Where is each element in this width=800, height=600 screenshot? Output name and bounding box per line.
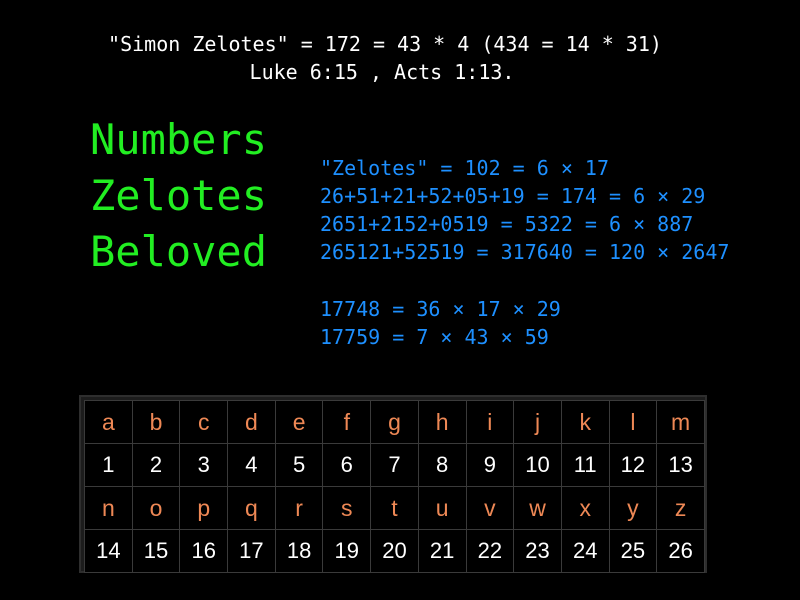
letter-cell: w — [513, 486, 562, 530]
equation: 26+51+21+52+05+19 = 174 = 6 × 29 — [320, 184, 706, 208]
number-cell: 9 — [465, 443, 515, 487]
number-cell: 18 — [274, 529, 324, 573]
letter-cell: g — [370, 400, 419, 444]
letter-cell: y — [608, 486, 658, 530]
number-cell: 26 — [656, 529, 705, 573]
big-word-numbers: Numbers — [90, 115, 268, 164]
number-cell: 3 — [179, 443, 229, 487]
letter-cell: a — [84, 400, 133, 444]
letter-cell: q — [227, 486, 276, 530]
letter-cell: m — [656, 400, 705, 444]
number-row: 14 15 16 17 18 19 20 21 22 23 24 25 26 — [84, 529, 705, 573]
letter-cell: p — [179, 486, 229, 530]
number-cell: 10 — [513, 443, 562, 487]
number-cell: 20 — [370, 529, 419, 573]
number-cell: 15 — [131, 529, 181, 573]
letter-cell: z — [656, 486, 705, 530]
number-cell: 4 — [227, 443, 276, 487]
number-cell: 25 — [608, 529, 658, 573]
number-cell: 22 — [465, 529, 515, 573]
heading-line-1: "Simon Zelotes" = 172 = 43 * 4 (434 = 14… — [108, 32, 662, 56]
equation: 265121+52519 = 317640 = 120 × 2647 — [320, 240, 730, 264]
letter-cell: r — [274, 486, 324, 530]
letter-cell: h — [417, 400, 467, 444]
letter-cell: o — [131, 486, 181, 530]
number-cell: 24 — [560, 529, 610, 573]
number-cell: 21 — [417, 529, 467, 573]
letter-cell: k — [560, 400, 610, 444]
big-words: Numbers Zelotes Beloved — [90, 112, 267, 280]
letter-cell: t — [370, 486, 419, 530]
letter-cell: v — [465, 486, 515, 530]
alphabet-table: a b c d e f g h i j k l m 1 2 3 4 5 6 7 8 9 10 11 12 13 n o p q r s t u v w… — [79, 395, 707, 573]
letter-cell: j — [513, 400, 562, 444]
number-cell: 8 — [417, 443, 467, 487]
letter-cell: x — [560, 486, 610, 530]
number-cell: 23 — [513, 529, 562, 573]
factorization: 17759 = 7 × 43 × 59 — [320, 325, 549, 349]
letter-cell: l — [608, 400, 658, 444]
equation: "Zelotes" = 102 = 6 × 17 — [320, 156, 609, 180]
letter-cell: c — [179, 400, 229, 444]
number-cell: 13 — [656, 443, 705, 487]
heading-line-2: Luke 6:15 , Acts 1:13. — [249, 60, 515, 84]
number-cell: 5 — [274, 443, 324, 487]
letter-cell: e — [274, 400, 324, 444]
big-word-beloved: Beloved — [90, 227, 268, 276]
number-cell: 6 — [322, 443, 372, 487]
letter-row: abcdefghijklm — [84, 400, 705, 444]
letter-cell: b — [131, 400, 181, 444]
letter-cell: s — [322, 486, 372, 530]
alphabet-grid: a b c d e f g h i j k l m 1 2 3 4 5 6 7 8 9 10 11 12 13 n o p q r s t u v w… — [84, 400, 705, 573]
number-cell: 12 — [608, 443, 658, 487]
big-word-zelotes: Zelotes — [90, 171, 268, 220]
number-cell: 7 — [370, 443, 419, 487]
slide: "Simon Zelotes" = 172 = 43 * 4 (434 = 14… — [0, 0, 800, 600]
letter-row: nopqrstuvwxyz — [84, 486, 705, 530]
number-cell: 19 — [322, 529, 372, 573]
letter-cell: f — [322, 400, 372, 444]
number-cell: 14 — [84, 529, 133, 573]
equation: 2651+2152+0519 = 5322 = 6 × 887 — [320, 212, 694, 236]
factorization: 17748 = 36 × 17 × 29 — [320, 297, 561, 321]
letter-cell: i — [465, 400, 515, 444]
number-cell: 11 — [560, 443, 610, 487]
number-cell: 16 — [179, 529, 229, 573]
number-cell: 1 — [84, 443, 133, 487]
letter-cell: n — [84, 486, 133, 530]
number-cell: 2 — [131, 443, 181, 487]
letter-cell: d — [227, 400, 276, 444]
equations-block: "Zelotes" = 102 = 6 × 17 26+51+21+52+05+… — [320, 154, 729, 351]
number-cell: 17 — [227, 529, 276, 573]
number-row: 1 2 3 4 5 6 7 8 9 10 11 12 13 — [84, 443, 705, 487]
letter-cell: u — [417, 486, 467, 530]
